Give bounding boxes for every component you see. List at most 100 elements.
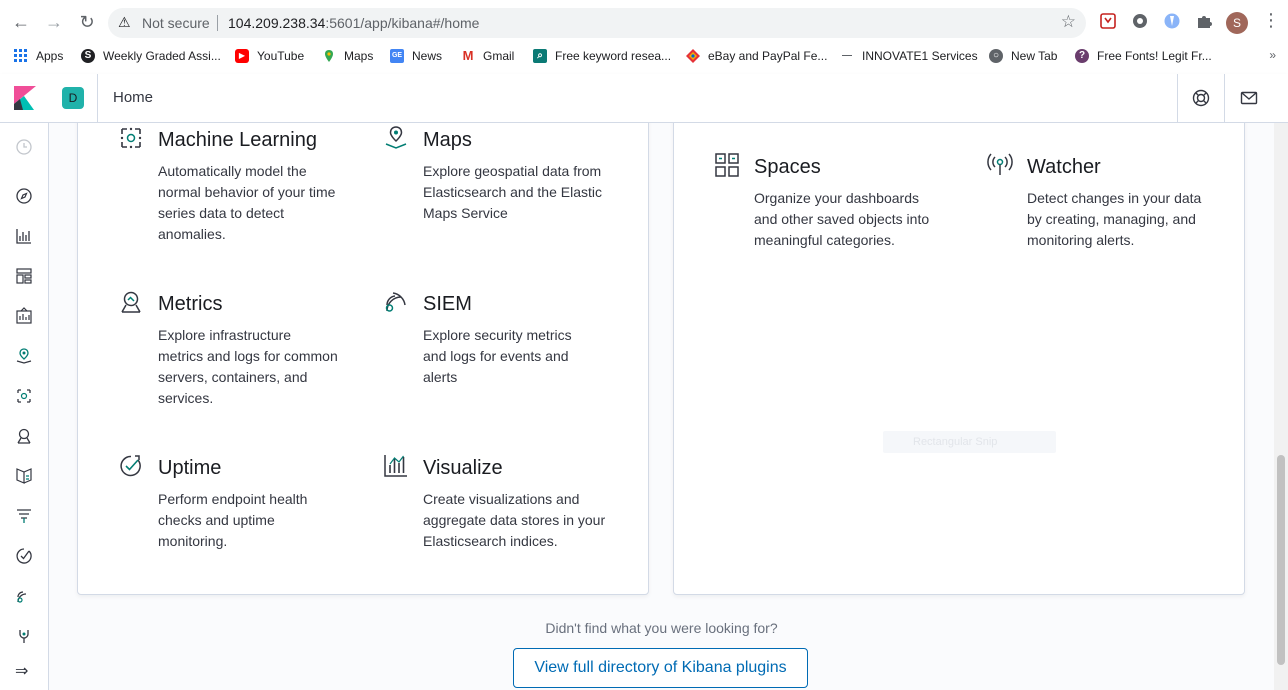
maps-nav-icon[interactable] <box>15 347 33 365</box>
feature-description: Explore security metrics and logs for ev… <box>423 327 572 385</box>
bookmarks-bar: Apps S Weekly Graded Assi... ▶ YouTube M… <box>0 44 1288 66</box>
feature-title: Spaces <box>754 156 821 178</box>
view-plugin-directory-button[interactable]: View full directory of Kibana plugins <box>513 648 808 688</box>
space-avatar[interactable]: D <box>62 87 84 109</box>
feature-description: Organize your dashboards and other saved… <box>754 190 930 248</box>
bookmark-label: New Tab <box>1011 49 1058 63</box>
expand-nav-icon[interactable]: ⇒ <box>15 661 28 681</box>
bookmark-maps[interactable]: Maps <box>322 47 373 65</box>
visualize-icon <box>384 455 407 477</box>
bookmark-label: Gmail <box>483 49 515 63</box>
bookmark-news[interactable]: GE News <box>390 47 442 65</box>
dash-icon: — <box>842 50 852 61</box>
scrollbar-thumb[interactable] <box>1277 455 1285 665</box>
feature-uptime[interactable]: Uptime Perform endpoint health checks an… <box>120 455 338 552</box>
discover-compass-icon[interactable] <box>15 187 33 205</box>
globe-icon: ○ <box>989 49 1003 63</box>
bookmark-youtube[interactable]: ▶ YouTube <box>235 47 304 65</box>
bookmark-label: Maps <box>344 49 374 63</box>
header-divider <box>97 74 98 122</box>
feature-title: Watcher <box>1027 156 1101 178</box>
extension-circle-icon[interactable] <box>1131 12 1149 30</box>
feature-maps[interactable]: Maps Explore geospatial data from Elasti… <box>385 126 608 224</box>
bookmark-label: Apps <box>36 49 64 63</box>
visualize-chart-icon[interactable] <box>15 227 33 245</box>
feature-title: Visualize <box>423 457 503 479</box>
bookmark-label: YouTube <box>257 49 305 63</box>
profile-avatar[interactable]: S <box>1226 12 1248 34</box>
bookmark-label: eBay and PayPal Fe... <box>708 49 828 63</box>
header-divider <box>1224 74 1225 122</box>
back-arrow-icon[interactable]: ← <box>10 11 32 33</box>
bookmark-apps[interactable]: Apps <box>14 47 63 65</box>
side-nav: ⇒ <box>0 123 49 690</box>
feature-title: Metrics <box>158 293 223 315</box>
feature-metrics[interactable]: Metrics Explore infrastructure metrics a… <box>121 291 338 409</box>
spaces-icon <box>715 153 739 177</box>
keyword-icon: ⌕ <box>533 49 547 63</box>
machine-learning-nav-icon[interactable] <box>15 387 33 405</box>
extension-blue-icon[interactable] <box>1163 12 1181 30</box>
news-icon: GE <box>390 49 404 63</box>
bookmark-label: Free Fonts! Legit Fr... <box>1097 49 1212 63</box>
apm-nav-icon[interactable] <box>15 507 33 525</box>
newsfeed-mail-icon[interactable] <box>1239 88 1259 108</box>
uptime-nav-icon[interactable] <box>15 547 33 565</box>
dev-tools-nav-icon[interactable] <box>15 627 33 645</box>
siem-icon <box>385 292 406 312</box>
kibana-header: D Home <box>0 74 1288 123</box>
siem-nav-icon[interactable] <box>15 587 33 605</box>
bookmark-ebay[interactable]: eBay and PayPal Fe... <box>686 47 827 65</box>
feature-spaces[interactable]: Spaces Organize your dashboards and othe… <box>715 153 934 251</box>
bookmark-star-icon[interactable]: ☆ <box>1061 12 1076 32</box>
metrics-icon <box>121 291 141 313</box>
url-path: :5601/app/kibana#/home <box>325 15 480 31</box>
machine-learning-icon <box>120 127 142 149</box>
bookmark-new-tab[interactable]: ○ New Tab <box>989 47 1057 65</box>
browser-toolbar: ← → ↻ ⚠ Not secure 104.209.238.34:5601/a… <box>0 0 1288 44</box>
metrics-nav-icon[interactable] <box>15 427 33 445</box>
fonts-icon: ? <box>1075 49 1089 63</box>
dashboard-icon[interactable] <box>15 267 33 285</box>
page-scrollbar[interactable] <box>1274 123 1288 690</box>
extensions-puzzle-icon[interactable] <box>1195 12 1213 30</box>
reload-icon[interactable]: ↻ <box>76 11 98 33</box>
feature-watcher[interactable]: Watcher Detect changes in your data by c… <box>987 153 1207 251</box>
bookmark-label: Free keyword resea... <box>555 49 672 63</box>
warning-icon: ⚠ <box>118 14 131 30</box>
chrome-menu-icon[interactable]: ⋮ <box>1262 10 1280 31</box>
extension-shield-icon[interactable] <box>1099 12 1117 30</box>
bookmark-gmail[interactable]: M Gmail <box>461 47 514 65</box>
kibana-logo-icon[interactable] <box>14 86 36 110</box>
maps-pin-icon <box>325 50 333 62</box>
feature-description: Explore infrastructure metrics and logs … <box>158 327 338 406</box>
feature-siem[interactable]: SIEM Explore security metrics and logs f… <box>385 291 593 388</box>
feature-visualize[interactable]: Visualize Create visualizations and aggr… <box>384 455 608 552</box>
address-bar[interactable]: ⚠ Not secure 104.209.238.34:5601/app/kib… <box>108 8 1086 38</box>
feature-machine-learning[interactable]: Machine Learning Automatically model the… <box>120 127 338 245</box>
not-found-text: Didn't find what you were looking for? <box>545 620 778 636</box>
security-label[interactable]: Not secure <box>142 15 210 31</box>
omnibox-divider <box>217 15 218 31</box>
header-divider <box>1177 74 1178 122</box>
bookmark-free-keyword[interactable]: ⌕ Free keyword resea... <box>533 47 671 65</box>
bookmark-free-fonts[interactable]: ? Free Fonts! Legit Fr... <box>1075 47 1212 65</box>
maps-icon <box>385 126 407 149</box>
feature-title: Maps <box>423 129 472 151</box>
recently-viewed-clock-icon[interactable] <box>15 138 33 156</box>
forward-arrow-icon[interactable]: → <box>43 11 65 33</box>
bookmark-label: Weekly Graded Assi... <box>103 49 221 63</box>
uptime-icon <box>120 455 141 477</box>
bookmarks-overflow-icon[interactable]: » <box>1269 48 1276 62</box>
bookmark-innovate1[interactable]: — INNOVATE1 Services <box>840 47 978 65</box>
rectangular-snip-ghost: Rectangular Snip <box>883 431 1056 453</box>
help-lifebuoy-icon[interactable] <box>1191 88 1211 108</box>
gmail-icon: M <box>461 48 475 63</box>
apps-grid-icon <box>14 49 27 62</box>
feature-title: Uptime <box>158 457 222 479</box>
url-text[interactable]: 104.209.238.34:5601/app/kibana#/home <box>228 15 479 31</box>
bookmark-weekly-graded[interactable]: S Weekly Graded Assi... <box>81 47 221 65</box>
canvas-icon[interactable] <box>15 307 33 325</box>
features-panel-left: Machine Learning Automatically model the… <box>77 123 649 595</box>
logs-nav-icon[interactable] <box>15 467 33 485</box>
